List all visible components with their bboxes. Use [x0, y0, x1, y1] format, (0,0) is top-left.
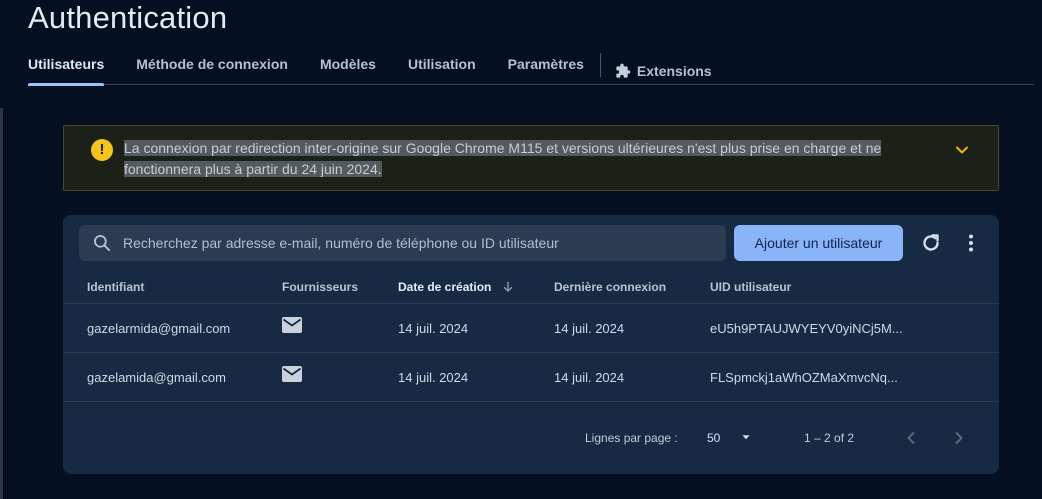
users-card: Ajouter un utilisateur Identifiant Fourn…: [63, 215, 999, 474]
column-identifier[interactable]: Identifiant: [87, 280, 144, 294]
row-last-login: 14 juil. 2024: [554, 321, 625, 336]
tab-sign-in-method[interactable]: Méthode de connexion: [136, 44, 288, 85]
tab-divider: [599, 53, 601, 77]
column-last-login[interactable]: Dernière connexion: [554, 280, 666, 294]
page-title: Authentication: [28, 0, 228, 35]
dropdown-arrow-icon[interactable]: [739, 430, 753, 444]
chevron-right-icon[interactable]: [949, 428, 969, 448]
search-icon: [94, 235, 111, 252]
rows-per-page-value[interactable]: 50: [707, 431, 720, 445]
refresh-icon[interactable]: [919, 231, 943, 255]
add-user-button[interactable]: Ajouter un utilisateur: [734, 225, 903, 261]
row-uid: FLSpmckj1aWhOZMaXmvcNq...: [710, 370, 898, 385]
tab-usage[interactable]: Utilisation: [408, 44, 476, 85]
left-edge-scrollbar: [0, 108, 3, 499]
mail-icon: [282, 366, 302, 382]
more-vert-icon[interactable]: [959, 231, 983, 255]
row-uid: eU5h9PTAUJWYEYV0yiNCj5M...: [710, 321, 903, 336]
row-created: 14 juil. 2024: [398, 370, 469, 385]
row-identifier: gazelarmida@gmail.com: [87, 321, 231, 336]
tab-extensions-label: Extensions: [636, 62, 712, 79]
puzzle-icon: [616, 63, 631, 78]
search-box[interactable]: [79, 225, 726, 261]
banner-line-2: fonctionnera plus à partir du 24 juin 20…: [124, 161, 382, 177]
table-row[interactable]: gazelarmida@gmail.com 14 juil. 2024 14 j…: [63, 304, 999, 353]
table-header: Identifiant Fournisseurs Date de créatio…: [63, 267, 999, 304]
column-created-label: Date de création: [398, 280, 492, 294]
warning-banner: ! La connexion par redirection inter-ori…: [63, 125, 999, 191]
page-range: 1 – 2 of 2: [804, 431, 855, 445]
tab-settings[interactable]: Paramètres: [508, 44, 584, 85]
column-uid[interactable]: UID utilisateur: [710, 280, 791, 294]
rows-per-page-label: Lignes par page :: [585, 431, 678, 445]
banner-line-1: La connexion par redirection inter-origi…: [124, 140, 882, 156]
pagination: Lignes par page : 50 1 – 2 of 2: [63, 419, 999, 455]
row-created: 14 juil. 2024: [398, 321, 469, 336]
column-created[interactable]: Date de création: [398, 280, 515, 294]
warning-icon: !: [91, 139, 113, 161]
banner-message: La connexion par redirection inter-origi…: [124, 138, 914, 180]
column-providers[interactable]: Fournisseurs: [282, 280, 358, 294]
tab-users[interactable]: Utilisateurs: [28, 44, 105, 86]
tab-extensions[interactable]: Extensions: [615, 44, 712, 85]
search-input[interactable]: [123, 225, 718, 261]
row-last-login: 14 juil. 2024: [554, 370, 625, 385]
tab-bar: Utilisateurs Méthode de connexion Modèle…: [28, 44, 1034, 86]
table-row[interactable]: gazelamida@gmail.com 14 juil. 2024 14 ju…: [63, 353, 999, 402]
chevron-left-icon[interactable]: [901, 428, 921, 448]
mail-icon: [282, 317, 302, 333]
tab-templates[interactable]: Modèles: [320, 44, 376, 85]
row-identifier: gazelamida@gmail.com: [87, 370, 226, 385]
arrow-down-icon: [503, 281, 512, 292]
chevron-down-icon[interactable]: [952, 140, 972, 160]
